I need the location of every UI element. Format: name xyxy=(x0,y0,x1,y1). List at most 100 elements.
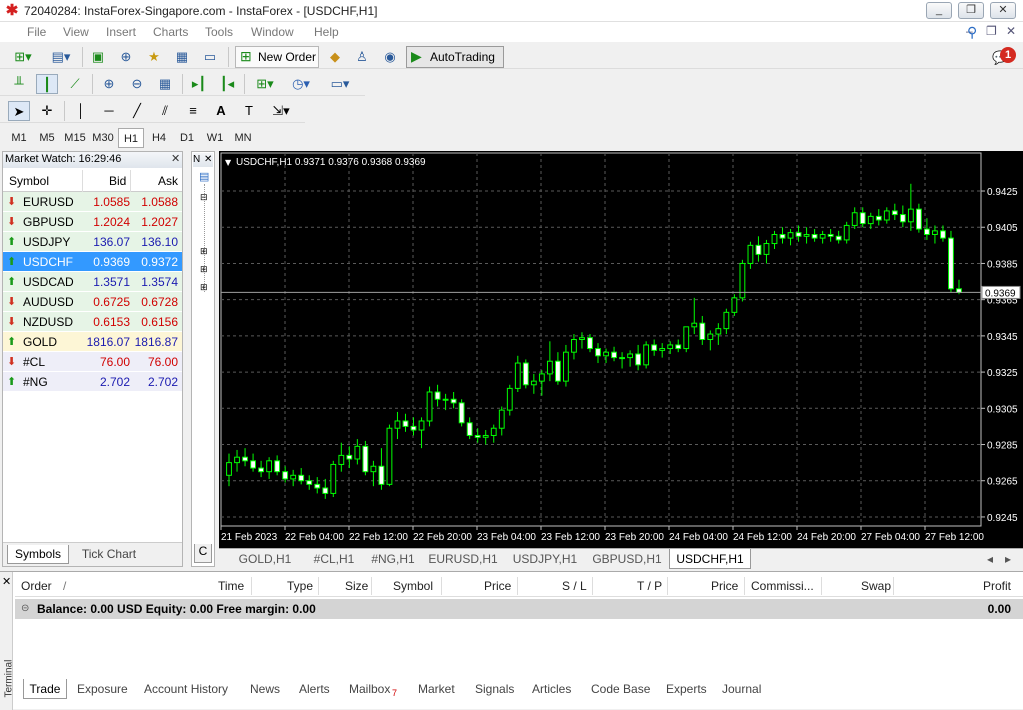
balance-row[interactable]: ⊝ Balance: 0.00 USD Equity: 0.00 Free ma… xyxy=(15,599,1023,619)
tab-alerts[interactable]: Alerts xyxy=(299,679,330,699)
market-watch-row[interactable]: ⬇ EURUSD 1.0585 1.0588 xyxy=(3,192,182,212)
minimize-button[interactable]: _ xyxy=(926,2,952,19)
chart-tabs-scroll-left[interactable]: ◂ xyxy=(987,549,999,569)
mdi-restore-button[interactable]: ❐ xyxy=(986,24,997,38)
chart-tab-usdjpy[interactable]: USDJPY,H1 xyxy=(505,549,585,569)
horizontal-line-icon[interactable]: ─ xyxy=(98,101,120,121)
community-icon[interactable]: ♙ xyxy=(352,47,372,67)
market-watch-row[interactable]: ⬇ NZDUSD 0.6153 0.6156 xyxy=(3,312,182,332)
expand-icon[interactable]: ⊞ xyxy=(200,264,208,275)
menu-view[interactable]: View xyxy=(63,25,89,39)
chart-tabs-scroll-right[interactable]: ▸ xyxy=(1005,549,1017,569)
close-button[interactable]: ✕ xyxy=(990,2,1016,19)
mdi-close-button[interactable]: ✕ xyxy=(1006,24,1016,38)
tab-experts[interactable]: Experts xyxy=(666,679,707,699)
market-watch-row[interactable]: ⬆ USDCAD 1.3571 1.3574 xyxy=(3,272,182,292)
menu-tools[interactable]: Tools xyxy=(205,25,233,39)
column-profit[interactable]: Profit xyxy=(983,579,1011,593)
tab-account-history[interactable]: Account History xyxy=(144,679,228,699)
metaeditor-icon[interactable]: ◆ xyxy=(325,47,345,67)
line-chart-icon[interactable]: ⟋ xyxy=(64,74,86,94)
timeframe-mn[interactable]: MN xyxy=(230,128,256,148)
expand-icon[interactable]: ⊞ xyxy=(200,246,208,257)
periods-icon[interactable]: ◷▾ xyxy=(286,74,316,94)
chart-tab-gold[interactable]: GOLD,H1 xyxy=(227,549,303,569)
cursor-icon[interactable]: ➤ xyxy=(8,101,30,121)
timeframe-m15[interactable]: M15 xyxy=(62,128,88,148)
market-watch-row[interactable]: ⬇ #CL 76.00 76.00 xyxy=(3,352,182,372)
tab-symbols[interactable]: Symbols xyxy=(7,545,69,564)
terminal-close-button[interactable]: ✕ xyxy=(2,575,11,588)
column-price[interactable]: Price xyxy=(484,579,511,593)
column-current-price[interactable]: Price xyxy=(711,579,738,593)
column-time[interactable]: Time xyxy=(218,579,244,593)
terminal-tree-icon[interactable]: ▤ xyxy=(199,170,209,183)
autotrading-button[interactable]: ▶ AutoTrading xyxy=(406,46,504,68)
strategy-tester-icon[interactable]: ▭ xyxy=(200,47,220,67)
tab-signals[interactable]: Signals xyxy=(475,679,514,699)
market-watch-row[interactable]: ⬆ GOLD 1816.07 1816.87 xyxy=(3,332,182,352)
signals-icon[interactable]: ◉ xyxy=(380,47,400,67)
column-swap[interactable]: Swap xyxy=(861,579,891,593)
menu-window[interactable]: Window xyxy=(251,25,294,39)
timeframe-m30[interactable]: M30 xyxy=(90,128,116,148)
auto-scroll-icon[interactable]: ▸┃ xyxy=(188,74,210,94)
column-symbol[interactable]: Symbol xyxy=(393,579,433,593)
new-chart-icon[interactable]: ⊞▾ xyxy=(8,47,38,67)
menu-charts[interactable]: Charts xyxy=(153,25,188,39)
chart-tab-ng[interactable]: #NG,H1 xyxy=(365,549,421,569)
arrows-icon[interactable]: ⇲▾ xyxy=(266,101,296,121)
profiles-icon[interactable]: ▤▾ xyxy=(46,47,76,67)
market-watch-row[interactable]: ⬆ USDCHF 0.9369 0.9372 xyxy=(3,252,182,272)
zoom-in-icon[interactable]: ⊕ xyxy=(98,74,120,94)
search-icon[interactable]: ⚲ xyxy=(967,24,977,41)
timeframe-h1[interactable]: H1 xyxy=(118,128,144,148)
tab-market[interactable]: Market xyxy=(418,679,455,699)
menu-file[interactable]: File xyxy=(27,25,46,39)
tab-tick-chart[interactable]: Tick Chart xyxy=(73,545,145,564)
menu-help[interactable]: Help xyxy=(314,25,339,39)
candlestick-icon[interactable]: ┃ xyxy=(36,74,58,94)
tab-exposure[interactable]: Exposure xyxy=(77,679,128,699)
text-icon[interactable]: A xyxy=(210,101,232,121)
tab-trade[interactable]: Trade xyxy=(23,679,67,699)
navigator-close-button[interactable]: ✕ xyxy=(204,153,212,166)
expand-icon[interactable]: ⊞ xyxy=(200,282,208,293)
tab-articles[interactable]: Articles xyxy=(532,679,571,699)
market-watch-row[interactable]: ⬇ AUDUSD 0.6725 0.6728 xyxy=(3,292,182,312)
chart-tab-cl[interactable]: #CL,H1 xyxy=(305,549,363,569)
chart-window[interactable]: 0.9425 0.9405 0.9385 0.9365 0.9345 0.9325 0.93… xyxy=(219,151,1023,548)
column-order[interactable]: Order xyxy=(21,579,52,593)
chart-tab-usdchf[interactable]: USDCHF,H1 xyxy=(669,549,751,569)
collapse-icon[interactable]: ⊟ xyxy=(200,192,208,203)
column-take-profit[interactable]: T / P xyxy=(637,579,662,593)
candlestick-chart[interactable]: 0.94250.94050.93850.93650.93450.93250.93… xyxy=(219,151,1023,548)
market-watch-row[interactable]: ⬆ #NG 2.702 2.702 xyxy=(3,372,182,392)
column-symbol[interactable]: Symbol xyxy=(9,174,49,188)
menu-insert[interactable]: Insert xyxy=(106,25,136,39)
chart-tab-gbpusd[interactable]: GBPUSD,H1 xyxy=(587,549,667,569)
market-watch-icon[interactable]: ▣ xyxy=(88,47,108,67)
navigator-tab-common[interactable]: C xyxy=(194,544,212,563)
market-watch-row[interactable]: ⬆ USDJPY 136.07 136.10 xyxy=(3,232,182,252)
tab-mailbox[interactable]: Mailbox xyxy=(349,679,390,699)
timeframe-w1[interactable]: W1 xyxy=(202,128,228,148)
tile-windows-icon[interactable]: ▦ xyxy=(154,74,176,94)
trendline-icon[interactable]: ╱ xyxy=(126,101,148,121)
notification-badge[interactable]: 1 xyxy=(1000,47,1016,63)
vertical-line-icon[interactable]: │ xyxy=(70,101,92,121)
market-watch-close-button[interactable]: ✕ xyxy=(171,152,180,165)
fibonacci-icon[interactable]: ≡ xyxy=(182,101,204,121)
column-size[interactable]: Size xyxy=(345,579,368,593)
indicators-icon[interactable]: ⊞▾ xyxy=(250,74,280,94)
column-bid[interactable]: Bid xyxy=(109,174,126,188)
column-stop-loss[interactable]: S / L xyxy=(562,579,587,593)
tab-journal[interactable]: Journal xyxy=(722,679,761,699)
restore-button[interactable]: ❐ xyxy=(958,2,984,19)
chart-shift-icon[interactable]: ┃◂ xyxy=(216,74,238,94)
terminal-icon[interactable]: ▦ xyxy=(172,47,192,67)
timeframe-d1[interactable]: D1 xyxy=(174,128,200,148)
timeframe-m5[interactable]: M5 xyxy=(34,128,60,148)
equidistant-channel-icon[interactable]: ⫽ xyxy=(154,101,176,121)
tab-code-base[interactable]: Code Base xyxy=(591,679,650,699)
